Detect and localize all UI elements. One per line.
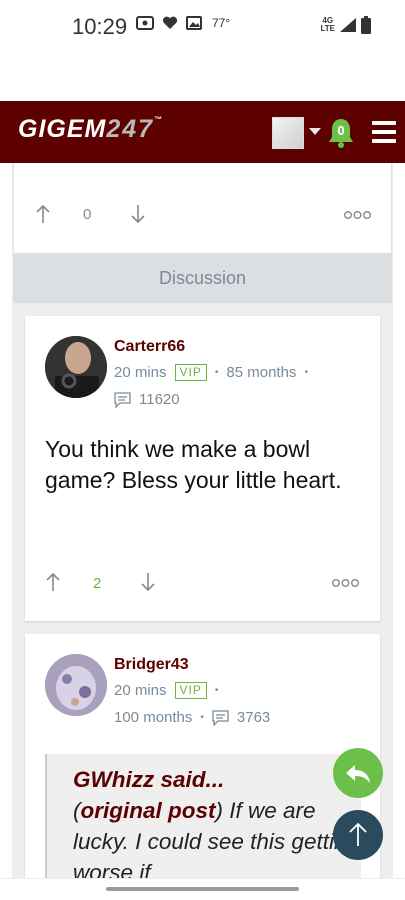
logo-number: 247 xyxy=(106,115,155,143)
separator-dot: • xyxy=(304,367,308,378)
vote-count: 2 xyxy=(93,575,102,592)
more-options-icon[interactable] xyxy=(344,210,371,220)
more-options-icon[interactable] xyxy=(332,578,359,588)
avatar-photo xyxy=(45,654,107,716)
vip-badge: VIP xyxy=(174,682,207,699)
comment-icon xyxy=(212,709,229,726)
user-avatar-button[interactable] xyxy=(272,117,304,149)
status-right-icons: 4G LTE xyxy=(320,16,371,34)
status-temperature: 77° xyxy=(212,16,231,30)
post-username[interactable]: Carterr66 xyxy=(114,338,185,356)
vip-badge: VIP xyxy=(174,364,207,381)
post-time: 20 mins xyxy=(114,364,167,381)
original-post-link[interactable]: original post xyxy=(81,798,216,823)
notifications-button[interactable]: 0 xyxy=(327,117,355,149)
separator-dot: • xyxy=(214,367,219,378)
member-tenure: 85 months xyxy=(226,364,297,381)
previous-post-footer: 0 xyxy=(13,163,392,253)
quote-paren-close: ) xyxy=(215,798,224,823)
downvote-icon[interactable] xyxy=(140,572,156,592)
comment-icon xyxy=(114,391,131,408)
post-count-row: 11620 xyxy=(114,391,180,408)
discussion-header: Discussion xyxy=(13,253,392,303)
downvote-icon[interactable] xyxy=(130,204,146,224)
status-bar: 10:29 77° 4G LTE xyxy=(0,0,405,58)
avatar-photo xyxy=(45,336,107,398)
post-time: 20 mins xyxy=(114,682,167,699)
post-username[interactable]: Bridger43 xyxy=(114,656,189,674)
separator-dot: • xyxy=(214,685,219,696)
arrow-up-icon xyxy=(349,822,367,846)
user-post-count: 11620 xyxy=(139,391,180,408)
menu-icon[interactable] xyxy=(372,121,396,143)
chevron-down-icon[interactable] xyxy=(309,128,321,135)
upvote-icon[interactable] xyxy=(35,204,51,224)
gesture-bar xyxy=(0,878,405,900)
cast-icon xyxy=(136,16,154,30)
heart-icon xyxy=(162,16,178,29)
post-card: Carterr66 20 mins VIP • 85 months • 1162… xyxy=(25,316,380,621)
user-post-count: 3763 xyxy=(236,709,271,726)
post-body: You think we make a bowl game? Bless you… xyxy=(45,436,342,493)
reply-icon xyxy=(346,765,370,783)
quote-author: GWhizz said... xyxy=(73,767,225,792)
post-meta: 20 mins VIP • xyxy=(114,682,218,699)
logo-tm: ™ xyxy=(154,115,164,124)
logo-text: GIGEM xyxy=(18,115,107,143)
site-header: GIGEM247™ 0 xyxy=(0,101,405,163)
separator-dot: • xyxy=(200,712,204,723)
quote-paren-open: ( xyxy=(73,798,81,823)
reply-button[interactable] xyxy=(333,748,383,798)
battery-icon xyxy=(361,16,371,34)
vote-count: 0 xyxy=(83,206,92,223)
status-time: 10:29 xyxy=(72,14,128,39)
avatar[interactable] xyxy=(45,654,107,716)
image-icon xyxy=(186,16,202,30)
avatar[interactable] xyxy=(45,336,107,398)
member-tenure: 100 months xyxy=(114,709,193,726)
scroll-to-top-button[interactable] xyxy=(333,810,383,860)
post-tenure-row: 100 months • 3763 xyxy=(114,709,270,726)
notification-count: 0 xyxy=(337,123,345,138)
post-meta: 20 mins VIP • 85 months • xyxy=(114,364,308,381)
status-icons: 77° xyxy=(136,16,230,30)
post-card: Bridger43 20 mins VIP • 100 months • 376… xyxy=(25,634,380,900)
home-indicator[interactable] xyxy=(106,887,299,891)
network-lte-label: 4G LTE xyxy=(320,16,335,33)
site-logo[interactable]: GIGEM247™ xyxy=(18,115,163,144)
upvote-icon[interactable] xyxy=(45,572,61,592)
signal-icon xyxy=(340,18,356,32)
